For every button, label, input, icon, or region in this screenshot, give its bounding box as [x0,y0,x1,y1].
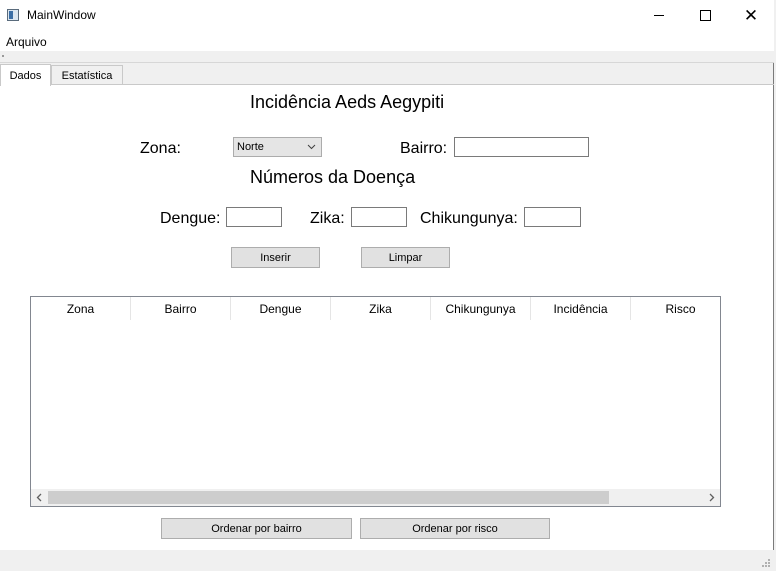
tab-estatistica[interactable]: Estatística [51,65,123,85]
sort-by-bairro-button[interactable]: Ordenar por bairro [161,518,352,539]
page-title: Incidência Aeds Aegypiti [250,92,445,112]
scroll-right-button[interactable] [703,489,720,506]
scroll-left-button[interactable] [31,489,48,506]
column-header-dengue[interactable]: Dengue [231,297,331,320]
minimize-button[interactable] [636,0,682,31]
menu-arquivo[interactable]: Arquivo [6,35,47,49]
menu-bar: Arquivo [0,31,774,51]
dengue-input[interactable] [226,207,282,227]
horizontal-scrollbar[interactable] [31,489,720,506]
bairro-label: Bairro: [400,140,448,157]
column-header-zika[interactable]: Zika [331,297,431,320]
column-header-chikungunya[interactable]: Chikungunya [431,297,531,320]
sort-by-risco-button[interactable]: Ordenar por risco [360,518,550,539]
scroll-thumb[interactable] [48,491,609,504]
chevron-right-icon [709,493,715,502]
zona-select[interactable]: Norte [233,137,322,157]
dengue-label: Dengue: [160,210,221,227]
bairro-input[interactable] [454,137,589,157]
zika-label: Zika: [310,210,345,227]
column-header-risco[interactable]: Risco [631,297,720,320]
table-header: Zona Bairro Dengue Zika Chikungunya Inci… [31,297,720,320]
tab-bar: Dados Estatística [0,64,774,86]
section-title: Números da Doença [250,167,416,187]
tab-dados[interactable]: Dados [0,64,51,86]
main-window: MainWindow ✕ Arquivo Dados Estatística I… [0,0,774,571]
limpar-button[interactable]: Limpar [361,247,450,268]
zika-input[interactable] [351,207,407,227]
maximize-button[interactable] [682,0,728,31]
tab-pane-dados: Incidência Aeds Aegypiti Zona: Norte Bai… [0,85,773,550]
minimize-icon [654,15,664,16]
title-bar: MainWindow ✕ [0,0,774,31]
close-button[interactable]: ✕ [728,0,774,31]
chikungunya-input[interactable] [524,207,581,227]
resize-grip-icon[interactable] [761,558,771,568]
window-title: MainWindow [27,8,96,22]
chevron-down-icon [307,144,316,150]
data-table[interactable]: Zona Bairro Dengue Zika Chikungunya Inci… [30,296,721,507]
chikungunya-label: Chikungunya: [420,210,518,227]
column-header-incidencia[interactable]: Incidência [531,297,631,320]
zona-label: Zona: [140,140,181,157]
column-header-bairro[interactable]: Bairro [131,297,231,320]
app-window-icon [7,9,19,21]
zona-select-value: Norte [237,141,264,153]
status-bar [0,550,774,571]
maximize-icon [699,10,711,21]
chevron-left-icon [36,493,42,502]
inserir-button[interactable]: Inserir [231,247,320,268]
column-header-zona[interactable]: Zona [31,297,131,320]
toolbar-area [0,51,774,63]
close-icon: ✕ [743,6,759,25]
